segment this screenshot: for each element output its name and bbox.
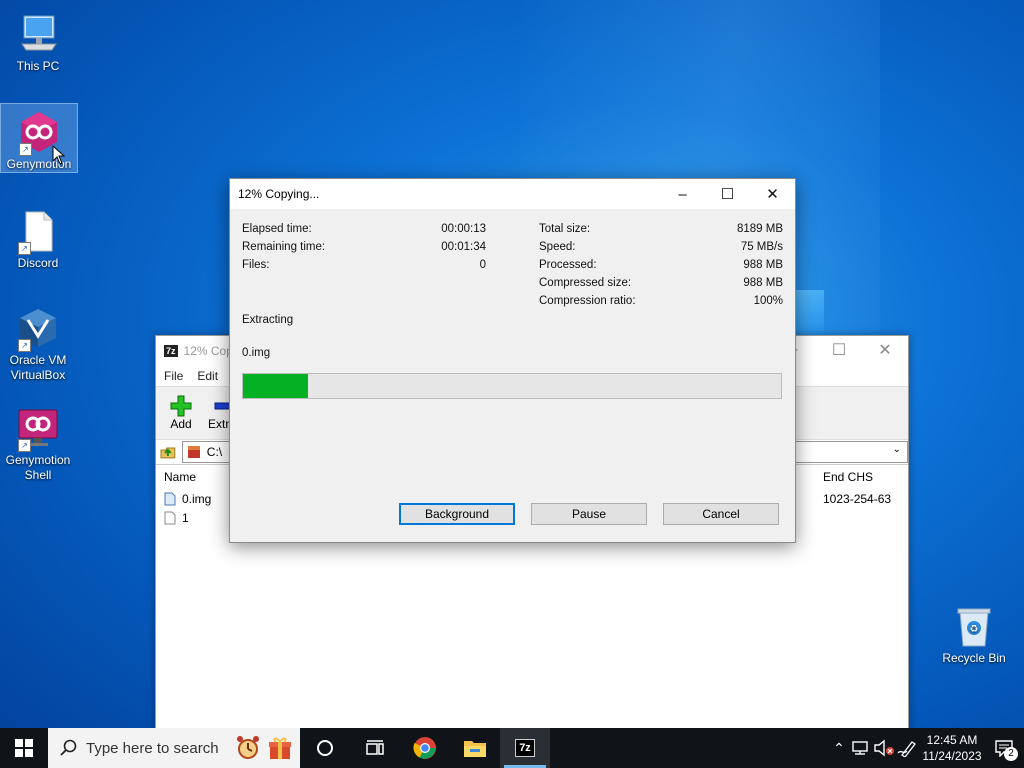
cancel-button[interactable]: Cancel <box>663 503 779 525</box>
operation-label: Extracting <box>242 314 294 326</box>
add-label: Add <box>170 417 192 431</box>
compression-ratio-value: 100% <box>753 295 783 307</box>
clock-time: 12:45 AM <box>926 733 978 747</box>
desktop-icon-label: Shell <box>24 468 52 482</box>
clock[interactable]: 12:45 AM 11/24/2023 <box>920 732 984 764</box>
close-button[interactable]: ✕ <box>750 179 795 209</box>
archive-icon <box>187 446 200 458</box>
start-button[interactable] <box>0 728 48 768</box>
progress-bar <box>242 373 782 399</box>
maximize-button[interactable]: ☐ <box>816 336 862 364</box>
add-button[interactable]: Add <box>164 387 198 439</box>
file-name: 0.img <box>182 491 212 506</box>
desktop-icon-label: Recycle Bin <box>942 651 1006 665</box>
close-button[interactable]: ✕ <box>862 336 908 364</box>
network-icon[interactable] <box>850 739 872 757</box>
action-center-button[interactable]: 2 <box>984 728 1024 768</box>
compressed-size-value: 988 MB <box>743 277 783 289</box>
elapsed-time-value: 00:00:13 <box>441 223 486 235</box>
alarm-clock-icon[interactable] <box>236 735 260 761</box>
file-name: 1 <box>182 510 189 525</box>
desktop-icon-label: This PC <box>16 59 60 73</box>
cortana-button[interactable] <box>300 728 350 768</box>
dialog-title: 12% Copying... <box>238 187 320 201</box>
plus-icon <box>170 395 192 417</box>
computer-icon <box>16 12 60 56</box>
desktop-icon-discord[interactable]: ↗ Discord <box>0 203 76 271</box>
volume-muted-icon[interactable] <box>872 739 896 757</box>
taskbar: Type here to search 7z ⌃ 12:45 AM 11/24/… <box>0 728 1024 768</box>
folder-up-icon[interactable] <box>160 444 176 460</box>
path-text: C:\ <box>206 445 223 459</box>
recycle-bin-icon: ♻ <box>952 604 996 648</box>
genymotion-shell-icon: ↗ <box>16 406 60 452</box>
copy-progress-dialog[interactable]: 12% Copying... – ☐ ✕ Elapsed time: 00:00… <box>229 178 796 543</box>
taskbar-file-explorer[interactable] <box>450 728 500 768</box>
gift-icon[interactable] <box>268 735 292 761</box>
total-size-label: Total size: <box>539 223 591 235</box>
window-title: 12% Cop <box>183 344 233 358</box>
search-box[interactable]: Type here to search <box>48 728 300 768</box>
column-name[interactable]: Name <box>164 470 196 484</box>
files-value: 0 <box>479 259 486 271</box>
files-label: Files: <box>242 259 270 271</box>
taskbar-chrome[interactable] <box>400 728 450 768</box>
shortcut-arrow-icon: ↗ <box>18 339 31 352</box>
clock-date: 11/24/2023 <box>922 749 982 763</box>
desktop-icon-label: VirtualBox <box>10 368 66 382</box>
menu-file[interactable]: File <box>164 369 183 383</box>
elapsed-time-label: Elapsed time: <box>242 223 312 235</box>
desktop-icon-genymotion-shell[interactable]: ↗ Genymotion Shell <box>0 400 76 483</box>
file-explorer-icon <box>464 741 486 757</box>
blank-file-icon: ↗ <box>16 209 60 255</box>
background-button[interactable]: Background <box>399 503 515 525</box>
desktop-icon-recycle-bin[interactable]: ♻ Recycle Bin <box>936 598 1012 666</box>
remaining-time-label: Remaining time: <box>242 241 326 253</box>
shortcut-arrow-icon: ↗ <box>18 242 31 255</box>
shortcut-arrow-icon: ↗ <box>18 439 31 452</box>
image-file-icon <box>164 492 176 505</box>
speed-label: Speed: <box>539 241 576 253</box>
minimize-button[interactable]: – <box>660 179 705 209</box>
speed-value: 75 MB/s <box>740 241 783 253</box>
column-end-chs[interactable]: End CHS <box>823 470 873 484</box>
notification-count-badge: 2 <box>1004 747 1018 761</box>
total-size-value: 8189 MB <box>736 223 783 235</box>
remaining-time-value: 00:01:34 <box>441 241 486 253</box>
search-placeholder: Type here to search <box>86 739 219 757</box>
pause-button[interactable]: Pause <box>531 503 647 525</box>
desktop-icon-label: Discord <box>17 256 59 270</box>
svg-text:♻: ♻ <box>970 624 979 635</box>
pen-workspace-icon[interactable] <box>896 739 920 757</box>
task-view-button[interactable] <box>350 728 400 768</box>
chrome-icon <box>413 737 436 759</box>
task-view-icon <box>366 740 384 755</box>
chevron-down-icon[interactable]: ⌄ <box>893 444 901 455</box>
taskbar-7zip[interactable]: 7z <box>500 728 550 768</box>
desktop-icon-label: Oracle VM <box>9 353 67 367</box>
desktop-icon-this-pc[interactable]: This PC <box>0 6 76 74</box>
processed-value: 988 MB <box>743 259 783 271</box>
maximize-button[interactable]: ☐ <box>705 179 750 209</box>
file-icon <box>164 511 176 524</box>
menu-edit[interactable]: Edit <box>197 369 218 383</box>
mouse-cursor-icon <box>52 145 66 165</box>
chevron-up-icon[interactable]: ⌃ <box>828 740 850 757</box>
windows-logo-icon <box>15 739 33 757</box>
virtualbox-icon: ↗ <box>16 306 60 352</box>
shortcut-arrow-icon: ↗ <box>19 143 32 156</box>
desktop-icon-virtualbox[interactable]: ↗ Oracle VM VirtualBox <box>0 300 76 383</box>
system-tray: ⌃ 12:45 AM 11/24/2023 2 <box>828 728 1024 768</box>
7zip-icon: 7z <box>515 739 535 757</box>
compression-ratio-label: Compression ratio: <box>539 295 636 307</box>
processed-label: Processed: <box>539 259 597 271</box>
search-icon <box>60 739 77 756</box>
current-file-label: 0.img <box>242 347 271 359</box>
progress-bar-fill <box>243 374 308 398</box>
7zip-icon: 7z <box>164 345 178 357</box>
cortana-icon <box>317 740 333 756</box>
file-end-chs: 1023-254-63 <box>823 491 892 506</box>
compressed-size-label: Compressed size: <box>539 277 632 289</box>
desktop-icon-label: Genymotion <box>5 453 71 467</box>
